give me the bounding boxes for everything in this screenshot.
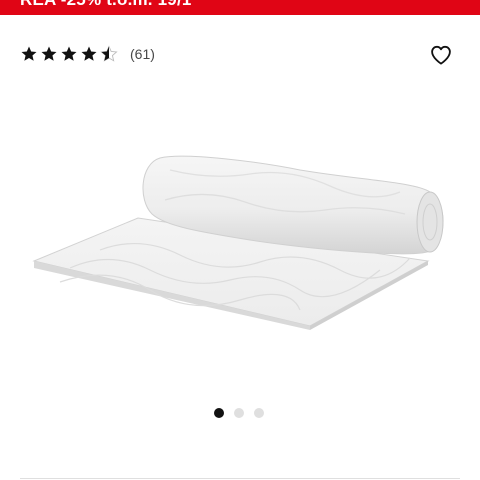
star-icon	[61, 46, 77, 61]
divider	[20, 478, 460, 479]
star-rating	[20, 45, 120, 63]
carousel-dot[interactable]	[234, 408, 244, 418]
star-icon	[81, 46, 97, 61]
promo-text: REA -25% t.o.m. 19/1	[20, 0, 192, 10]
product-image[interactable]	[0, 140, 480, 345]
rating-row[interactable]: (61)	[20, 43, 155, 65]
star-icon	[21, 46, 37, 61]
carousel-dots	[214, 408, 274, 418]
carousel-dot[interactable]	[254, 408, 264, 418]
promo-banner[interactable]: REA -25% t.o.m. 19/1	[0, 0, 480, 15]
heart-icon	[431, 45, 451, 65]
review-count[interactable]: (61)	[130, 45, 155, 63]
carousel-dot[interactable]	[214, 408, 224, 418]
wishlist-button[interactable]	[428, 42, 454, 68]
star-icon	[100, 45, 118, 62]
star-icon	[41, 46, 57, 61]
